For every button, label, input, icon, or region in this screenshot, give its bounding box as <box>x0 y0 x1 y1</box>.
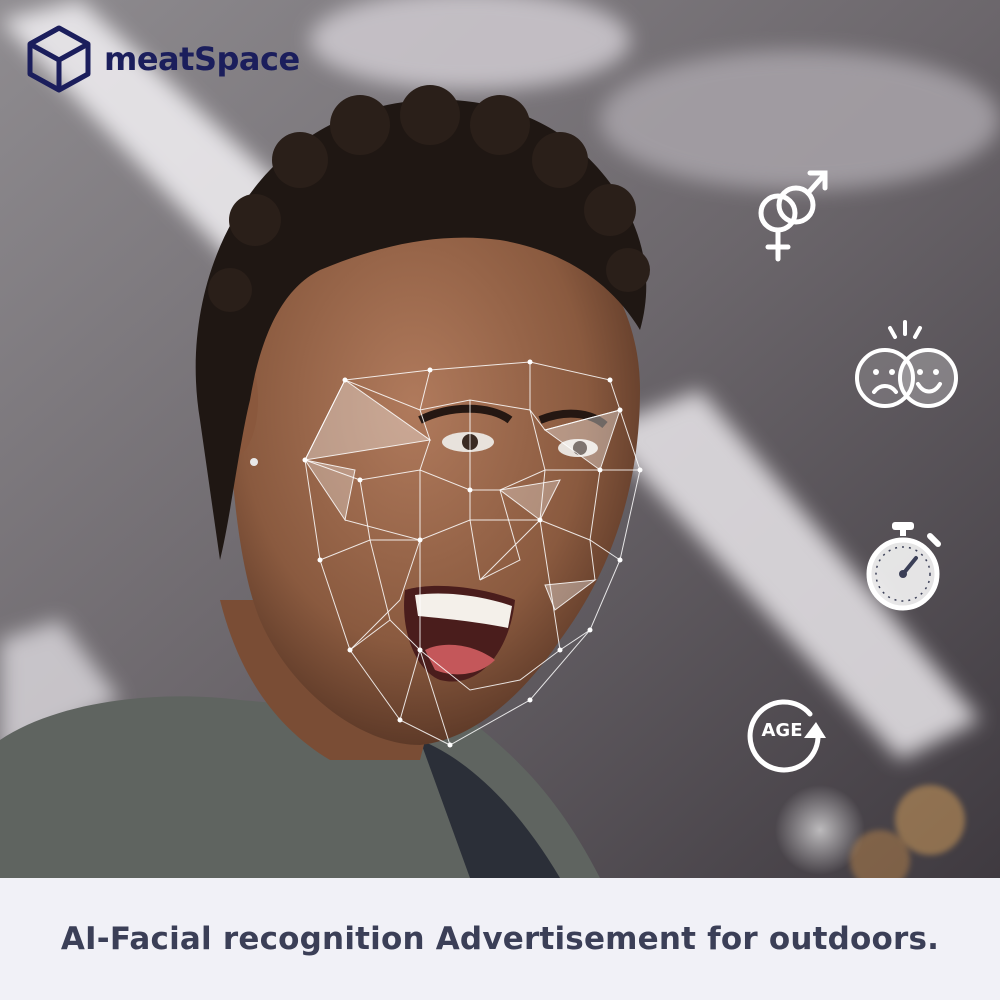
cube-icon <box>27 25 91 93</box>
brand-logo[interactable]: meatSpace <box>26 24 300 94</box>
age-icon-label: AGE <box>761 720 803 741</box>
caption-text: AI-Facial recognition Advertisement for … <box>60 921 940 957</box>
stopwatch-icon <box>862 520 946 616</box>
hero-photo <box>0 0 1000 878</box>
gender-icon <box>752 165 830 269</box>
brand-name: meatSpace <box>104 40 300 78</box>
caption-bar: AI-Facial recognition Advertisement for … <box>0 878 1000 1000</box>
age-icon: AGE <box>740 692 832 774</box>
ad-canvas: meatSpace AGE AI-Facial recognition Adve… <box>0 0 1000 1000</box>
emotion-icon <box>850 320 960 416</box>
photo-illustration <box>0 0 1000 878</box>
